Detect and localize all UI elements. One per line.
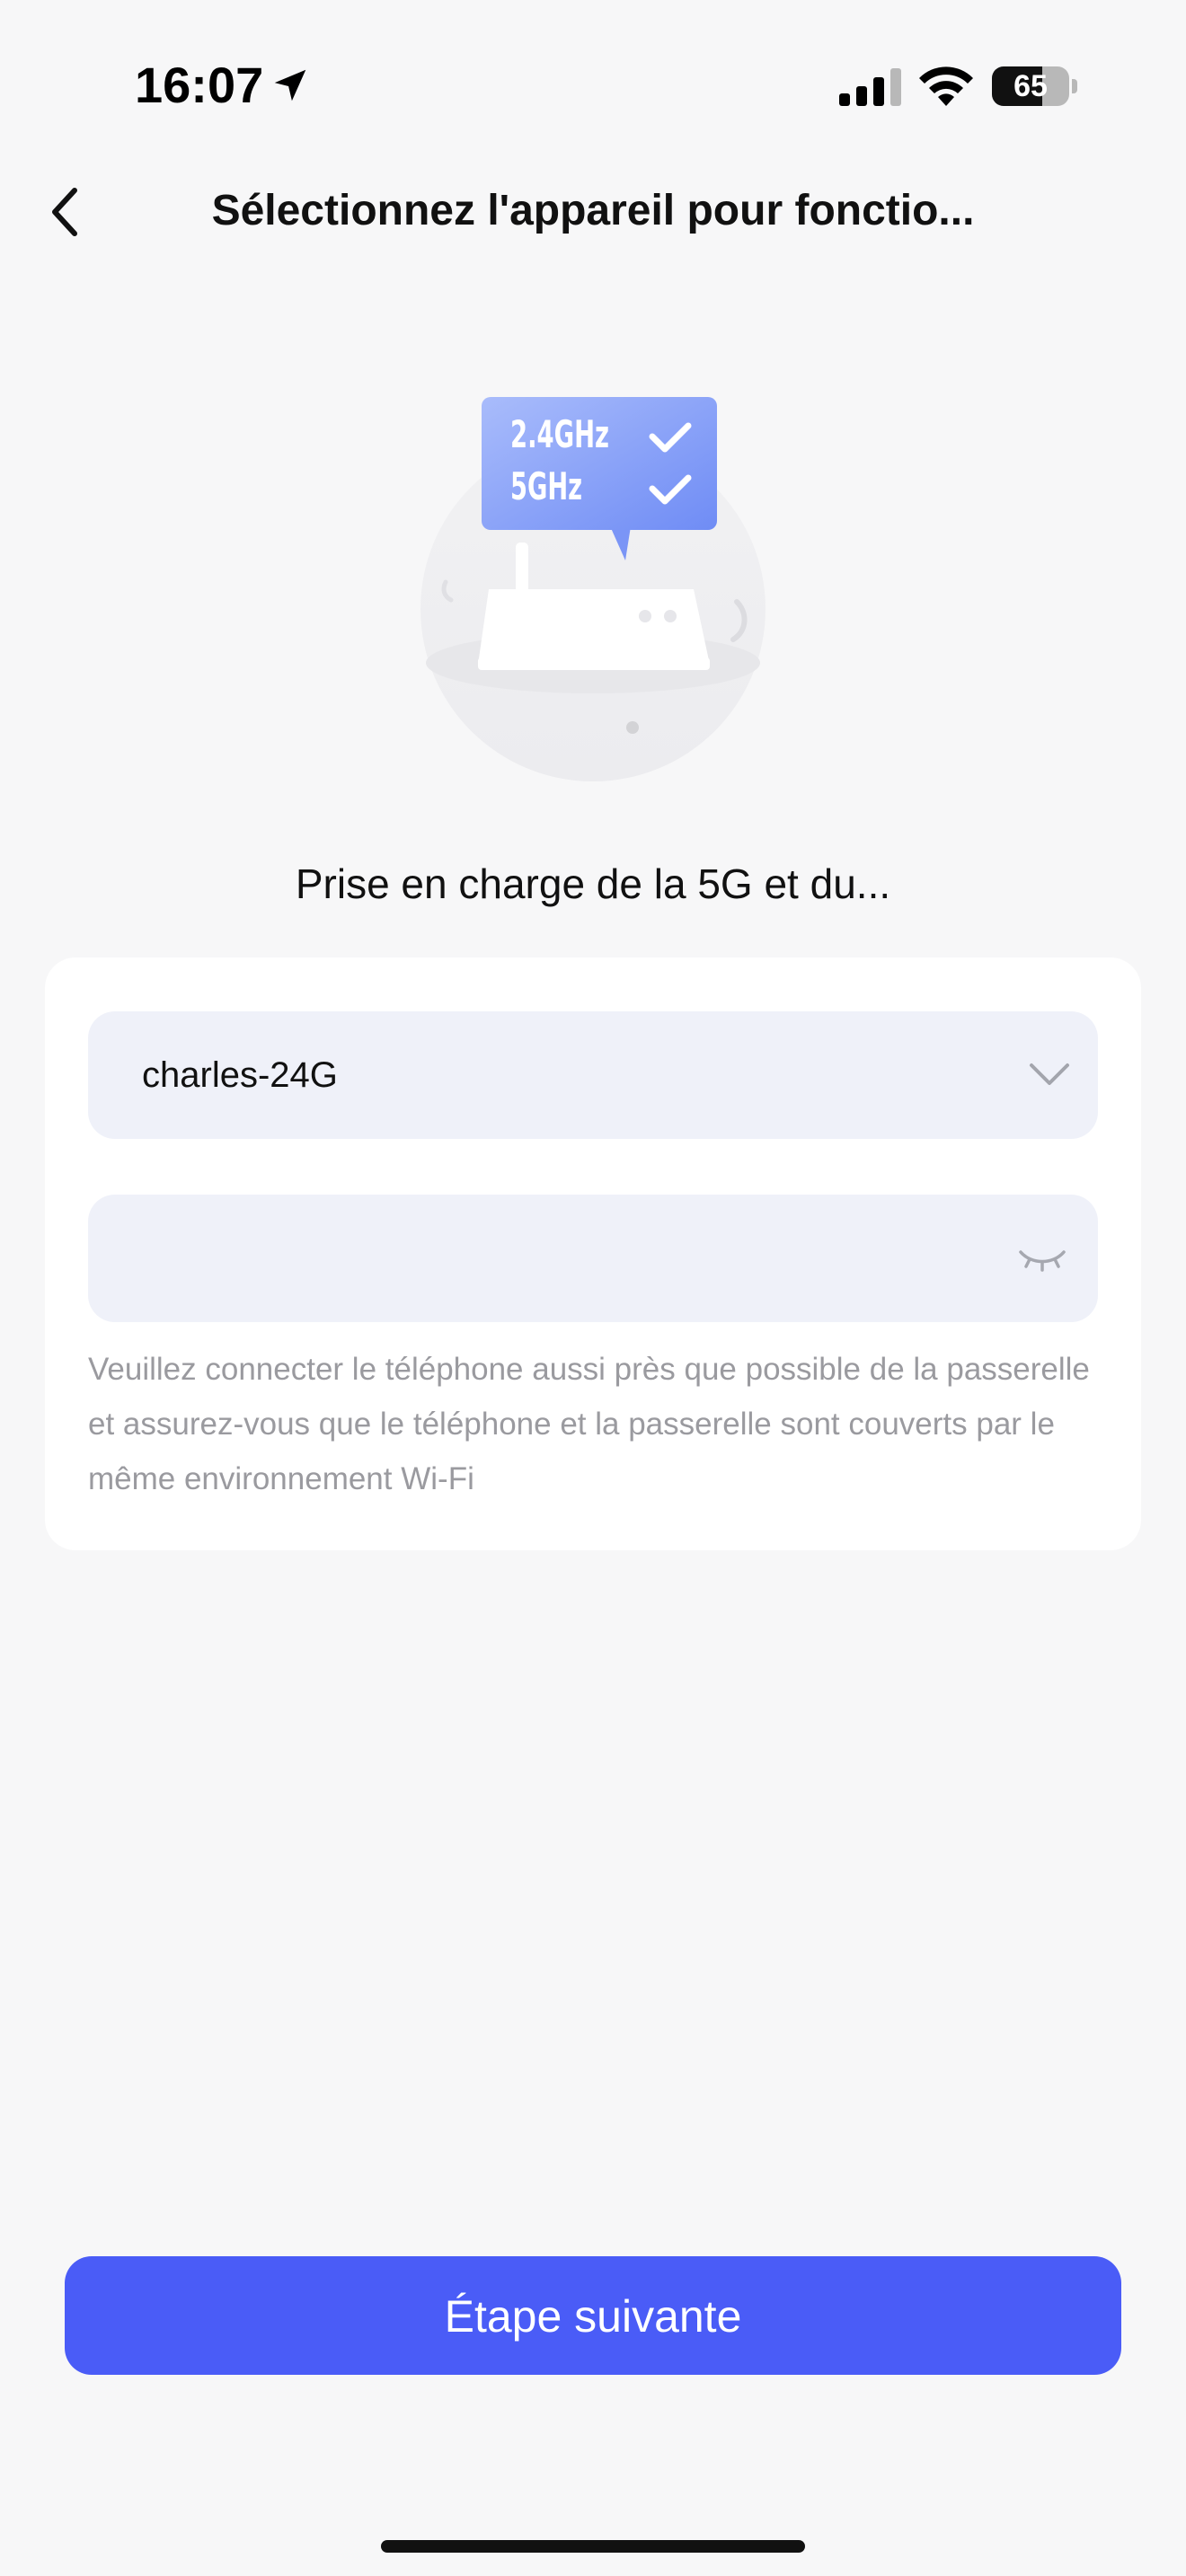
password-field: [88, 1195, 1098, 1324]
page-title: Sélectionnez l'appareil pour fonctio...: [211, 187, 975, 234]
battery-level: 65: [1013, 69, 1048, 103]
cellular-signal-icon: [839, 68, 901, 106]
wifi-form-card: charles-24G Veuillez connecter le téléph…: [45, 957, 1141, 1550]
bubble-label-5ghz: 5GHz: [510, 464, 582, 508]
chevron-down-icon: [1030, 1063, 1069, 1085]
ssid-value: charles-24G: [142, 1055, 338, 1095]
chevron-left-icon: [52, 188, 77, 236]
back-button[interactable]: [36, 176, 93, 248]
wifi-icon: [919, 66, 973, 106]
bubble-label-24ghz: 2.4GHz: [510, 412, 609, 456]
home-indicator: [381, 2540, 805, 2553]
status-bar: 16:07 65: [0, 0, 1186, 171]
hint-text: Veuillez connecter le téléphone aussi pr…: [88, 1352, 1090, 1496]
subtitle: Prise en charge de la 5G et du...: [295, 860, 891, 907]
router-illustration: 2.4GHz 5GHz: [420, 397, 766, 781]
next-step-button[interactable]: Étape suivante: [65, 2256, 1121, 2375]
wifi-ssid-select[interactable]: charles-24G: [88, 1011, 1098, 1139]
battery-icon: 65: [992, 66, 1078, 106]
status-time: 16:07: [135, 57, 264, 113]
eye-off-icon[interactable]: [1017, 1239, 1067, 1275]
password-input[interactable]: [142, 1195, 1008, 1324]
location-arrow-icon: [274, 69, 306, 101]
router-icon: [478, 589, 710, 670]
